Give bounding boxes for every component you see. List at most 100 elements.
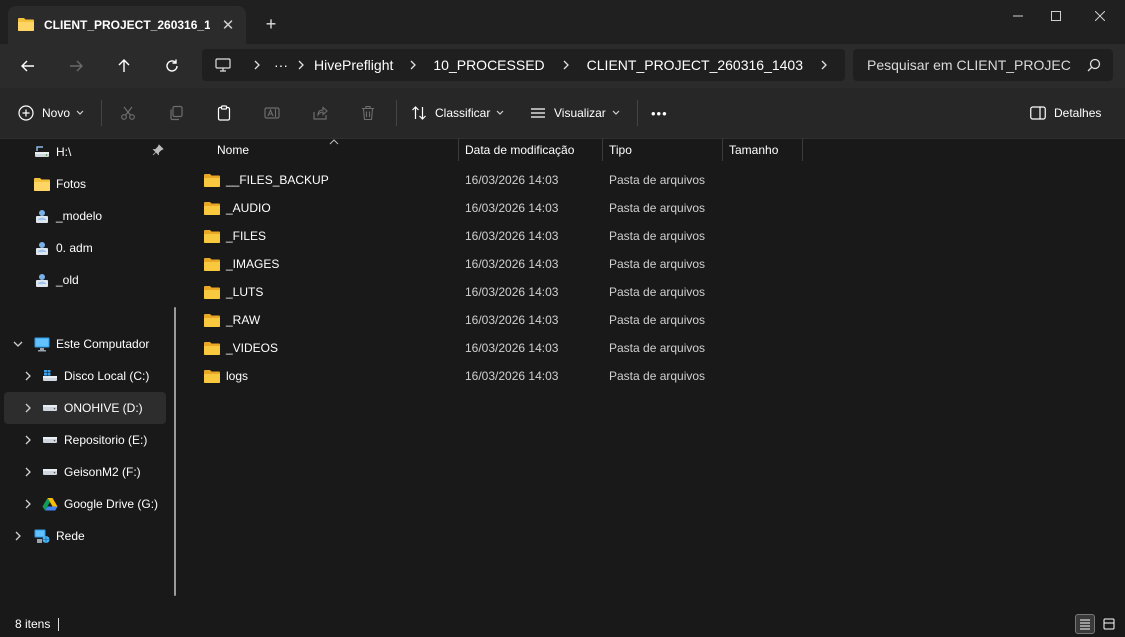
up-button[interactable]: [108, 50, 140, 82]
user-folder-icon: [34, 208, 50, 224]
file-type: Pasta de arquivos: [609, 285, 706, 299]
paste-button[interactable]: [216, 88, 232, 138]
navigation-pane: H:\ Fotos _modelo 0. adm _old Este Compu…: [0, 139, 186, 612]
search-box[interactable]: Pesquisar em CLIENT_PROJECT_260316_1403: [853, 49, 1113, 81]
sidebar-item-label: Rede: [56, 529, 85, 543]
breadcrumb-item[interactable]: 10_PROCESSED: [433, 57, 544, 73]
chevron-right-icon[interactable]: [20, 464, 36, 480]
rename-button[interactable]: [264, 88, 280, 138]
pin-icon[interactable]: [152, 144, 164, 159]
more-options-button[interactable]: •••: [651, 88, 668, 138]
chevron-right-icon[interactable]: [20, 496, 36, 512]
sidebar-item-label: _modelo: [56, 209, 103, 223]
close-tab-button[interactable]: ✕: [218, 15, 238, 35]
sidebar-item-label: Este Computador: [56, 337, 150, 351]
file-name-cell: _RAW: [204, 306, 260, 334]
user-folder-icon: [34, 240, 50, 256]
user-folder-icon: [34, 272, 50, 288]
close-icon: [1095, 11, 1105, 21]
sidebar-scrollbar[interactable]: [174, 307, 176, 596]
chevron-right-icon[interactable]: [20, 400, 36, 416]
navigation-bar: ··· HivePreflight 10_PROCESSED CLIENT_PR…: [0, 44, 1125, 88]
chevron-right-icon[interactable]: [20, 432, 36, 448]
copy-button[interactable]: [168, 88, 184, 138]
refresh-button[interactable]: [156, 50, 188, 82]
sidebar-item-repositorio-e[interactable]: Repositorio (E:): [4, 424, 166, 456]
file-row[interactable]: __FILES_BACKUP 16/03/2026 14:03 Pasta de a…: [200, 166, 800, 194]
chevron-down-icon[interactable]: [10, 336, 26, 352]
sidebar-item-label: _old: [56, 273, 79, 287]
file-name-cell: logs: [204, 362, 248, 390]
column-divider[interactable]: [458, 139, 459, 161]
chevron-right-icon: [393, 60, 433, 70]
sidebar-item-google-drive-g[interactable]: Google Drive (G:): [4, 488, 166, 520]
computer-icon: [34, 336, 50, 352]
search-icon[interactable]: [1087, 58, 1101, 75]
new-tab-button[interactable]: +: [260, 13, 282, 35]
chevron-down-icon: [76, 110, 84, 115]
column-divider[interactable]: [602, 139, 603, 161]
breadcrumb-overflow[interactable]: ···: [270, 57, 292, 73]
file-date: 16/03/2026 14:03: [465, 369, 559, 383]
column-header-name[interactable]: Nome: [217, 139, 249, 161]
details-button[interactable]: Detalhes: [1030, 88, 1101, 138]
divider: [101, 100, 102, 126]
share-button[interactable]: [312, 88, 328, 138]
search-input[interactable]: Pesquisar em CLIENT_PROJECT_260316_1403: [867, 57, 1071, 73]
column-divider[interactable]: [802, 139, 803, 161]
address-bar[interactable]: ··· HivePreflight 10_PROCESSED CLIENT_PR…: [202, 49, 845, 81]
column-divider[interactable]: [722, 139, 723, 161]
cut-button[interactable]: [120, 88, 136, 138]
sidebar-item-h-drive[interactable]: H:\: [4, 136, 166, 168]
breadcrumb-item-current[interactable]: CLIENT_PROJECT_260316_1403: [587, 57, 803, 73]
title-bar: CLIENT_PROJECT_260316_1403 ✕ +: [0, 0, 1125, 44]
sidebar-item-fotos[interactable]: Fotos: [4, 168, 166, 200]
sort-icon: [412, 106, 426, 120]
sidebar-item-label: H:\: [56, 145, 72, 159]
file-row[interactable]: _RAW 16/03/2026 14:03 Pasta de arquivos: [200, 306, 800, 334]
file-name: _RAW: [226, 313, 261, 327]
details-view-button[interactable]: [1075, 614, 1095, 634]
item-count: 8 itens: [15, 617, 51, 631]
copy-icon: [170, 105, 183, 121]
new-button-label: Novo: [42, 106, 71, 120]
sidebar-item-rede[interactable]: Rede: [4, 520, 166, 552]
maximize-button[interactable]: [1033, 0, 1079, 32]
breadcrumb-item[interactable]: HivePreflight: [314, 57, 393, 73]
chevron-right-icon[interactable]: [803, 60, 845, 70]
sidebar-item-adm[interactable]: 0. adm: [4, 232, 166, 264]
sidebar-item-old[interactable]: _old: [4, 264, 166, 296]
file-row[interactable]: _IMAGES 16/03/2026 14:03 Pasta de arquivos: [200, 250, 800, 278]
file-date: 16/03/2026 14:03: [465, 201, 559, 215]
column-header-size[interactable]: Tamanho: [729, 139, 778, 161]
drive-icon: [42, 464, 58, 480]
tab-active[interactable]: CLIENT_PROJECT_260316_1403 ✕: [8, 6, 246, 44]
file-row[interactable]: _LUTS 16/03/2026 14:03 Pasta de arquivos: [200, 278, 800, 306]
minimize-icon: [1013, 15, 1023, 17]
column-header-type[interactable]: Tipo: [609, 139, 632, 161]
file-row[interactable]: _FILES 16/03/2026 14:03 Pasta de arquivos: [200, 222, 800, 250]
view-button[interactable]: Visualizar: [530, 88, 620, 138]
forward-button[interactable]: [60, 50, 92, 82]
sidebar-item-geisonm2-f[interactable]: GeisonM2 (F:): [4, 456, 166, 488]
file-row[interactable]: logs 16/03/2026 14:03 Pasta de arquivos: [200, 362, 800, 390]
chevron-right-icon[interactable]: [10, 528, 26, 544]
delete-button[interactable]: [360, 88, 376, 138]
new-button[interactable]: Novo: [18, 88, 84, 138]
sidebar-item-onohive-d[interactable]: ONOHIVE (D:): [4, 392, 166, 424]
column-header-date[interactable]: Data de modificação: [465, 139, 574, 161]
back-button[interactable]: [12, 50, 44, 82]
sidebar-item-disco-local-c[interactable]: Disco Local (C:): [4, 360, 166, 392]
file-type: Pasta de arquivos: [609, 257, 706, 271]
file-row[interactable]: _VIDEOS 16/03/2026 14:03 Pasta de arquivos: [200, 334, 800, 362]
sort-button[interactable]: Classificar: [411, 88, 504, 138]
chevron-right-icon[interactable]: [20, 368, 36, 384]
sidebar-item-modelo[interactable]: _modelo: [4, 200, 166, 232]
file-date: 16/03/2026 14:03: [465, 313, 559, 327]
details-view-icon: [1080, 619, 1090, 630]
file-row[interactable]: _AUDIO 16/03/2026 14:03 Pasta de arquivos: [200, 194, 800, 222]
sidebar-item-este-computador[interactable]: Este Computador: [4, 328, 166, 360]
sidebar-item-label: GeisonM2 (F:): [64, 465, 141, 479]
thumbnail-view-button[interactable]: [1099, 614, 1119, 634]
close-window-button[interactable]: [1077, 0, 1123, 32]
